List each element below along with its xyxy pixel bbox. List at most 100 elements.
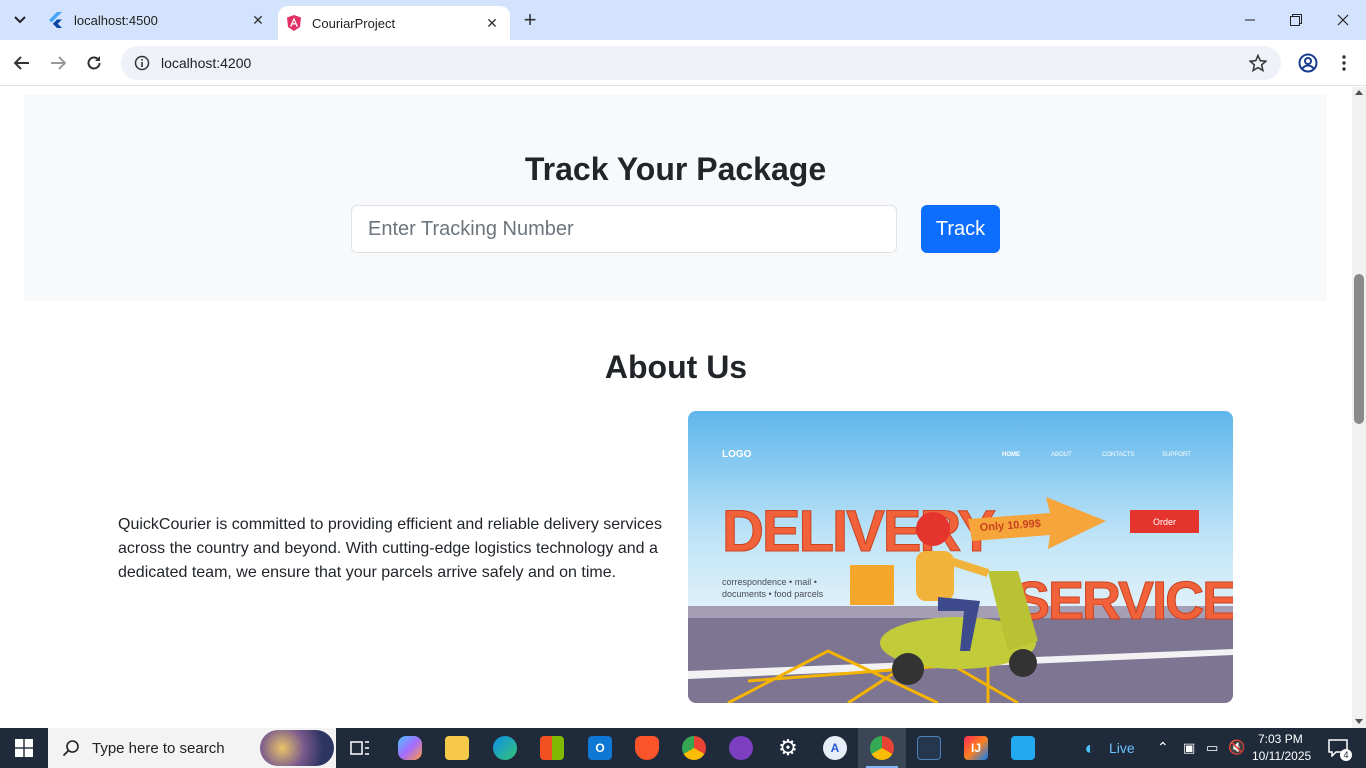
task-view-icon bbox=[350, 741, 369, 755]
back-button[interactable] bbox=[8, 49, 36, 77]
task-view-button[interactable] bbox=[340, 732, 380, 764]
page-scrollbar[interactable] bbox=[1352, 87, 1366, 728]
tab-search-dropdown[interactable] bbox=[6, 7, 34, 33]
reload-button[interactable] bbox=[80, 49, 108, 77]
banner-tagline-2: documents • food parcels bbox=[722, 589, 824, 599]
github-icon bbox=[729, 736, 753, 760]
banner-nav-about: ABOUT bbox=[1051, 452, 1072, 458]
scroll-thumb[interactable] bbox=[1354, 274, 1364, 424]
live-cricket-icon[interactable]: ◐ bbox=[1070, 732, 1110, 764]
outlook-app[interactable]: O bbox=[580, 732, 620, 764]
about-title: About Us bbox=[604, 349, 748, 385]
windows-logo-icon bbox=[15, 739, 33, 757]
banner-nav-support: SUPPORT bbox=[1162, 452, 1191, 458]
notification-center-button[interactable]: 4 bbox=[1318, 732, 1358, 764]
tab-title: CouriarProject bbox=[312, 15, 396, 31]
scroll-up-arrow-icon[interactable] bbox=[1355, 90, 1363, 95]
clock-date[interactable]: 10/11/2025 bbox=[1252, 749, 1311, 763]
close-icon[interactable]: ✕ bbox=[482, 13, 502, 33]
taskbar-search-box[interactable]: Type here to search bbox=[48, 728, 336, 768]
intellij-icon: IJ bbox=[964, 736, 988, 760]
edge-app[interactable] bbox=[485, 732, 525, 764]
chrome-app[interactable] bbox=[862, 732, 902, 764]
browser-toolbar: localhost:4200 bbox=[0, 40, 1366, 86]
brave-app[interactable] bbox=[627, 732, 667, 764]
banner-tagline-1: correspondence • mail • bbox=[722, 577, 817, 587]
clock-time[interactable]: 7:03 PM bbox=[1258, 732, 1303, 746]
search-icon bbox=[62, 740, 79, 757]
browser-tabbar: localhost:4500 ✕ CouriarProject ✕ + bbox=[0, 0, 1366, 40]
chevron-up-icon[interactable]: ⌃ bbox=[1157, 739, 1169, 756]
arrow-left-icon bbox=[14, 56, 29, 70]
reload-icon bbox=[87, 56, 101, 70]
close-icon bbox=[1337, 14, 1349, 26]
chrome-profile-icon bbox=[682, 736, 706, 760]
forward-button[interactable] bbox=[44, 49, 72, 77]
browser-menu-button[interactable] bbox=[1330, 49, 1358, 77]
display-icon[interactable]: ▭ bbox=[1206, 740, 1218, 756]
banner-headline-delivery: DELIVERY bbox=[722, 499, 995, 564]
github-desktop-app[interactable] bbox=[721, 732, 761, 764]
close-icon[interactable]: ✕ bbox=[248, 10, 268, 30]
banner-headline-service: SERVICE bbox=[1014, 571, 1233, 631]
store-icon bbox=[540, 736, 564, 760]
intellij-app[interactable]: IJ bbox=[956, 732, 996, 764]
chevron-down-icon bbox=[14, 16, 26, 24]
store-app[interactable] bbox=[532, 732, 572, 764]
live-label[interactable]: Live bbox=[1109, 740, 1135, 756]
tab-localhost-4500[interactable]: localhost:4500 ✕ bbox=[40, 0, 276, 40]
close-window-button[interactable] bbox=[1320, 0, 1366, 40]
volume-muted-icon[interactable]: 🔇 bbox=[1228, 739, 1245, 756]
restore-icon bbox=[1290, 14, 1302, 26]
brave-icon bbox=[635, 736, 659, 760]
vscode-icon bbox=[1011, 736, 1035, 760]
about-description: QuickCourier is committed to providing e… bbox=[118, 516, 662, 581]
gear-icon: ⚙ bbox=[778, 735, 798, 760]
page-viewport: Track Your Package Enter Tracking Number… bbox=[0, 87, 1352, 728]
banner-nav-home: HOME bbox=[1002, 452, 1020, 458]
address-bar[interactable]: localhost:4200 bbox=[121, 46, 1281, 80]
minimize-button[interactable] bbox=[1227, 0, 1273, 40]
notification-count-badge: 4 bbox=[1340, 749, 1352, 761]
track-button[interactable]: Track bbox=[921, 205, 1000, 253]
edge-icon bbox=[493, 736, 517, 760]
copilot-icon bbox=[398, 736, 422, 760]
search-placeholder: Type here to search bbox=[92, 739, 225, 757]
windows-taskbar: Type here to search O ⚙ A IJ ◐ Live ⌃ ▣ … bbox=[0, 728, 1366, 768]
settings-app[interactable]: ⚙ bbox=[768, 732, 808, 764]
track-section: Track Your Package Enter Tracking Number… bbox=[24, 95, 1327, 301]
angular-icon bbox=[286, 15, 302, 31]
kebab-menu-icon bbox=[1342, 55, 1346, 71]
profile-button[interactable] bbox=[1294, 49, 1322, 77]
flutter-icon bbox=[48, 12, 64, 28]
network-icon[interactable]: ▣ bbox=[1183, 740, 1195, 756]
mysql-workbench-app[interactable] bbox=[909, 732, 949, 764]
banner-order-button: Order bbox=[1153, 517, 1176, 527]
delivery-banner-image: LOGO HOME ABOUT CONTACTS SUPPORT DELIVER… bbox=[688, 411, 1233, 703]
file-explorer-app[interactable] bbox=[437, 732, 477, 764]
profile-icon bbox=[1298, 53, 1318, 73]
folder-icon bbox=[445, 736, 469, 760]
chrome-icon bbox=[870, 736, 894, 760]
tracking-number-input[interactable]: Enter Tracking Number bbox=[351, 205, 897, 253]
banner-logo: LOGO bbox=[722, 449, 752, 460]
tab-couriarproject[interactable]: CouriarProject ✕ bbox=[278, 6, 510, 40]
chrome-profile-app[interactable] bbox=[674, 732, 714, 764]
restore-button[interactable] bbox=[1273, 0, 1319, 40]
scroll-down-arrow-icon[interactable] bbox=[1355, 719, 1363, 724]
banner-nav-contacts: CONTACTS bbox=[1102, 452, 1135, 458]
new-tab-button[interactable]: + bbox=[518, 7, 542, 32]
minimize-icon bbox=[1245, 19, 1255, 21]
vscode-app[interactable] bbox=[1003, 732, 1043, 764]
search-highlight-image bbox=[260, 730, 334, 766]
copilot-app[interactable] bbox=[390, 732, 430, 764]
android-studio-app[interactable]: A bbox=[815, 732, 855, 764]
bookmark-star-icon[interactable] bbox=[1248, 53, 1268, 77]
outlook-icon: O bbox=[588, 736, 612, 760]
tab-title: localhost:4500 bbox=[74, 12, 158, 28]
site-info-icon[interactable] bbox=[125, 55, 159, 71]
track-title: Track Your Package bbox=[524, 151, 827, 187]
start-button[interactable] bbox=[0, 728, 48, 768]
android-studio-icon: A bbox=[823, 736, 847, 760]
arrow-right-icon bbox=[51, 56, 66, 70]
